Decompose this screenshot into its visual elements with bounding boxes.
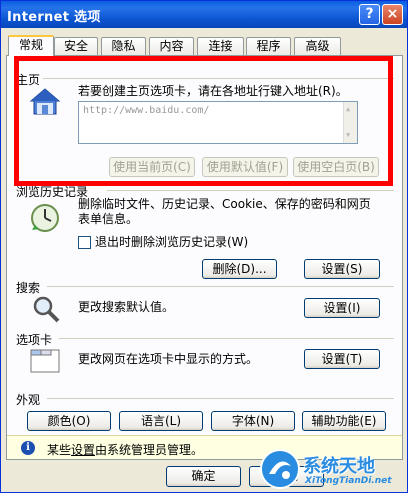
delete-history-button[interactable]: 删除(D)... [202,259,277,279]
tab-content[interactable]: 内容 [149,37,194,55]
tab-connections[interactable]: 连接 [197,37,244,55]
search-description: 更改搜索默认值。 [78,300,175,314]
tab-general[interactable]: 常规 [8,35,54,56]
help-button[interactable]: ? [359,4,380,25]
history-description: 删除临时文件、历史记录、Cookie、保存的密码和网页表单信息。 [78,197,371,226]
tab-security[interactable]: 安全 [54,37,98,55]
tabs-icon [30,349,60,373]
tabs-settings-button[interactable]: 设置(T) [304,349,380,369]
accessibility-button[interactable]: 辅助功能(E) [302,411,386,431]
tab-privacy[interactable]: 隐私 [101,37,146,55]
watermark-logo-icon [260,449,300,489]
close-button[interactable]: × [382,4,403,25]
appearance-group-line [47,398,394,399]
colors-button[interactable]: 颜色(O) [27,411,111,431]
infobar-text: 某些设置由系统管理员管理。 [47,441,203,458]
delete-on-exit-label: 退出时删除浏览历史记录(W) [95,235,249,249]
info-suffix: 由系统管理员管理。 [95,443,204,457]
fonts-button[interactable]: 字体(N) [211,411,295,431]
tab-programs[interactable]: 程序 [246,37,291,55]
internet-options-dialog: Internet 选项 ? × 常规 安全 隐私 内容 连接 程序 高级 主页 … [0,0,408,493]
delete-on-exit-checkbox[interactable] [78,236,91,249]
watermark-brand: 系统天地 [303,456,375,477]
magnifier-icon [33,296,60,323]
site-watermark: 系统天地 XiTongTianDi.net [245,446,407,492]
title-bar: Internet 选项 ? × [1,1,407,28]
managed-settings-link[interactable]: 设置 [71,443,95,457]
ok-button[interactable]: 确定 [166,466,241,487]
languages-button[interactable]: 语言(L) [119,411,203,431]
watermark-site: XiTongTianDi.net [305,476,392,486]
info-prefix: 某些 [47,443,72,457]
tabs-group-line [59,338,394,339]
info-icon: i [21,441,35,455]
highlight-annotation [14,56,393,186]
search-settings-button[interactable]: 设置(I) [304,298,380,318]
history-clock-icon [31,204,59,232]
appearance-group-label: 外观 [16,391,44,408]
search-group-line [47,286,394,287]
history-group-line [107,190,394,191]
window-title: Internet 选项 [7,10,101,25]
tabs-description: 更改网页在选项卡中显示的方式。 [78,352,259,366]
tab-advanced[interactable]: 高级 [294,37,341,55]
history-settings-button[interactable]: 设置(S) [304,259,380,279]
